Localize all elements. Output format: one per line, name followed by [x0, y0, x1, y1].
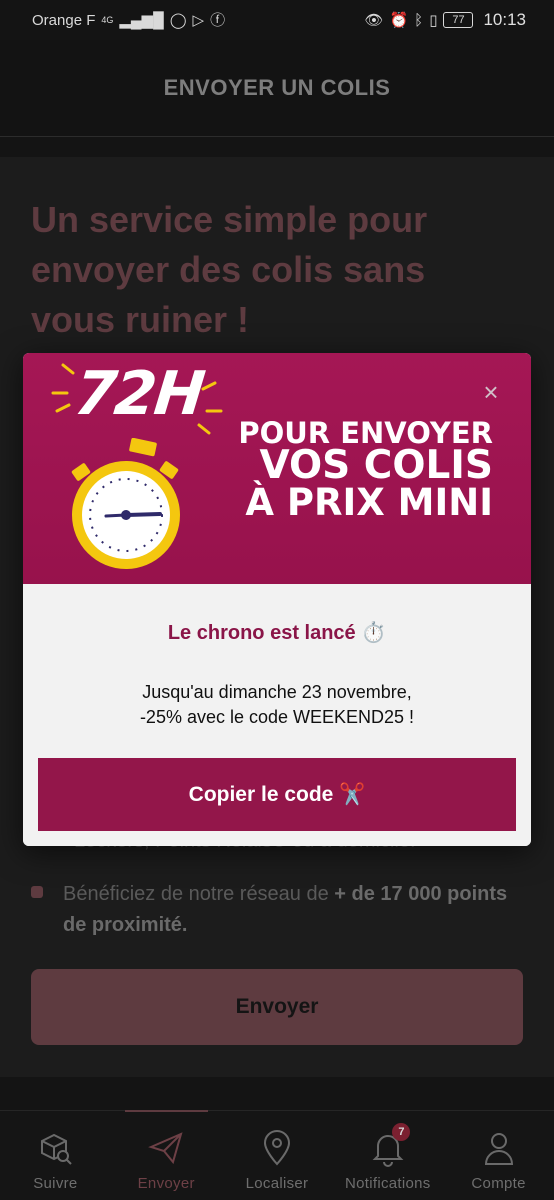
feature-item: Bénéficiez de notre réseau de + de 17 00…: [31, 879, 513, 941]
whatsapp-icon: ◯: [169, 11, 187, 29]
notification-badge: 7: [392, 1123, 411, 1141]
user-icon: [484, 1133, 513, 1165]
hero-title: Un service simple pour envoyer des colis…: [31, 199, 428, 340]
nav-item-localiser[interactable]: Localiser: [222, 1111, 333, 1200]
feature-text: Bénéficiez de notre réseau de + de 17 00…: [63, 879, 513, 941]
feature-text-main: Bénéficiez de notre réseau de: [63, 883, 335, 905]
modal-body: Le chrono est lancé ⏱️ Jusqu'au dimanche…: [23, 584, 531, 846]
map-pin-icon: [263, 1130, 290, 1166]
bottom-nav: Suivre Envoyer Localiser 7 Notifications: [0, 1110, 554, 1200]
nav-item-suivre[interactable]: Suivre: [0, 1111, 111, 1200]
clock: 10:13: [483, 10, 526, 29]
nav-item-compte[interactable]: Compte: [443, 1111, 554, 1200]
page-title: ENVOYER UN COLIS: [163, 75, 391, 100]
eye-icon: 👁: [364, 11, 384, 29]
banner-line-3: À PRIX MINI: [245, 481, 493, 524]
nav-label: Envoyer: [137, 1175, 195, 1192]
promo-text: Jusqu'au dimanche 23 novembre, -25% avec…: [23, 680, 531, 730]
vibrate-icon: ▯: [429, 11, 438, 29]
status-bar: Orange F 4G ▂▄▆█ ◯ ▷ ⓕ 👁 ⏰ ᛒ ▯ 77 10:13: [0, 0, 554, 40]
app-header: ENVOYER UN COLIS: [0, 40, 554, 137]
facebook-icon: ⓕ: [210, 11, 226, 29]
promo-banner: 72H × POUR ENVOYER VOS COLIS À PRIX MINI: [23, 353, 531, 584]
carrier-label: Orange F: [32, 11, 96, 29]
bullet-icon: [31, 886, 43, 898]
bluetooth-icon: ᛒ: [414, 11, 424, 29]
nav-label: Localiser: [245, 1175, 309, 1192]
nav-item-envoyer[interactable]: Envoyer: [111, 1110, 222, 1200]
nav-item-notifications[interactable]: 7 Notifications: [332, 1111, 443, 1200]
alarm-icon: ⏰: [389, 11, 409, 29]
promo-modal: 72H × POUR ENVOYER VOS COLIS À PRIX MINI…: [23, 353, 531, 846]
close-button[interactable]: ×: [479, 379, 503, 405]
battery-icon: 77: [443, 12, 474, 28]
nav-label: Notifications: [344, 1175, 431, 1192]
signal-icon: ▂▄▆█: [119, 11, 164, 29]
nav-label: Suivre: [33, 1175, 78, 1192]
play-icon: ▷: [192, 11, 205, 29]
screen: Orange F 4G ▂▄▆█ ◯ ▷ ⓕ 👁 ⏰ ᛒ ▯ 77 10:13 …: [0, 0, 554, 1200]
promo-line-2: -25% avec le code WEEKEND25 !: [139, 707, 415, 727]
badge-72h: 72H: [71, 359, 207, 429]
network-type: 4G: [101, 14, 114, 25]
chrono-title: Le chrono est lancé ⏱️: [167, 622, 387, 644]
copy-code-button[interactable]: Copier le code ✂️: [38, 758, 516, 831]
nav-label: Compte: [471, 1175, 526, 1192]
send-button[interactable]: Envoyer: [31, 969, 523, 1045]
paper-plane-icon: [148, 1132, 183, 1165]
promo-line-1: Jusqu'au dimanche 23 novembre,: [142, 682, 412, 702]
stopwatch-icon: [71, 438, 180, 569]
package-search-icon: [41, 1133, 73, 1165]
